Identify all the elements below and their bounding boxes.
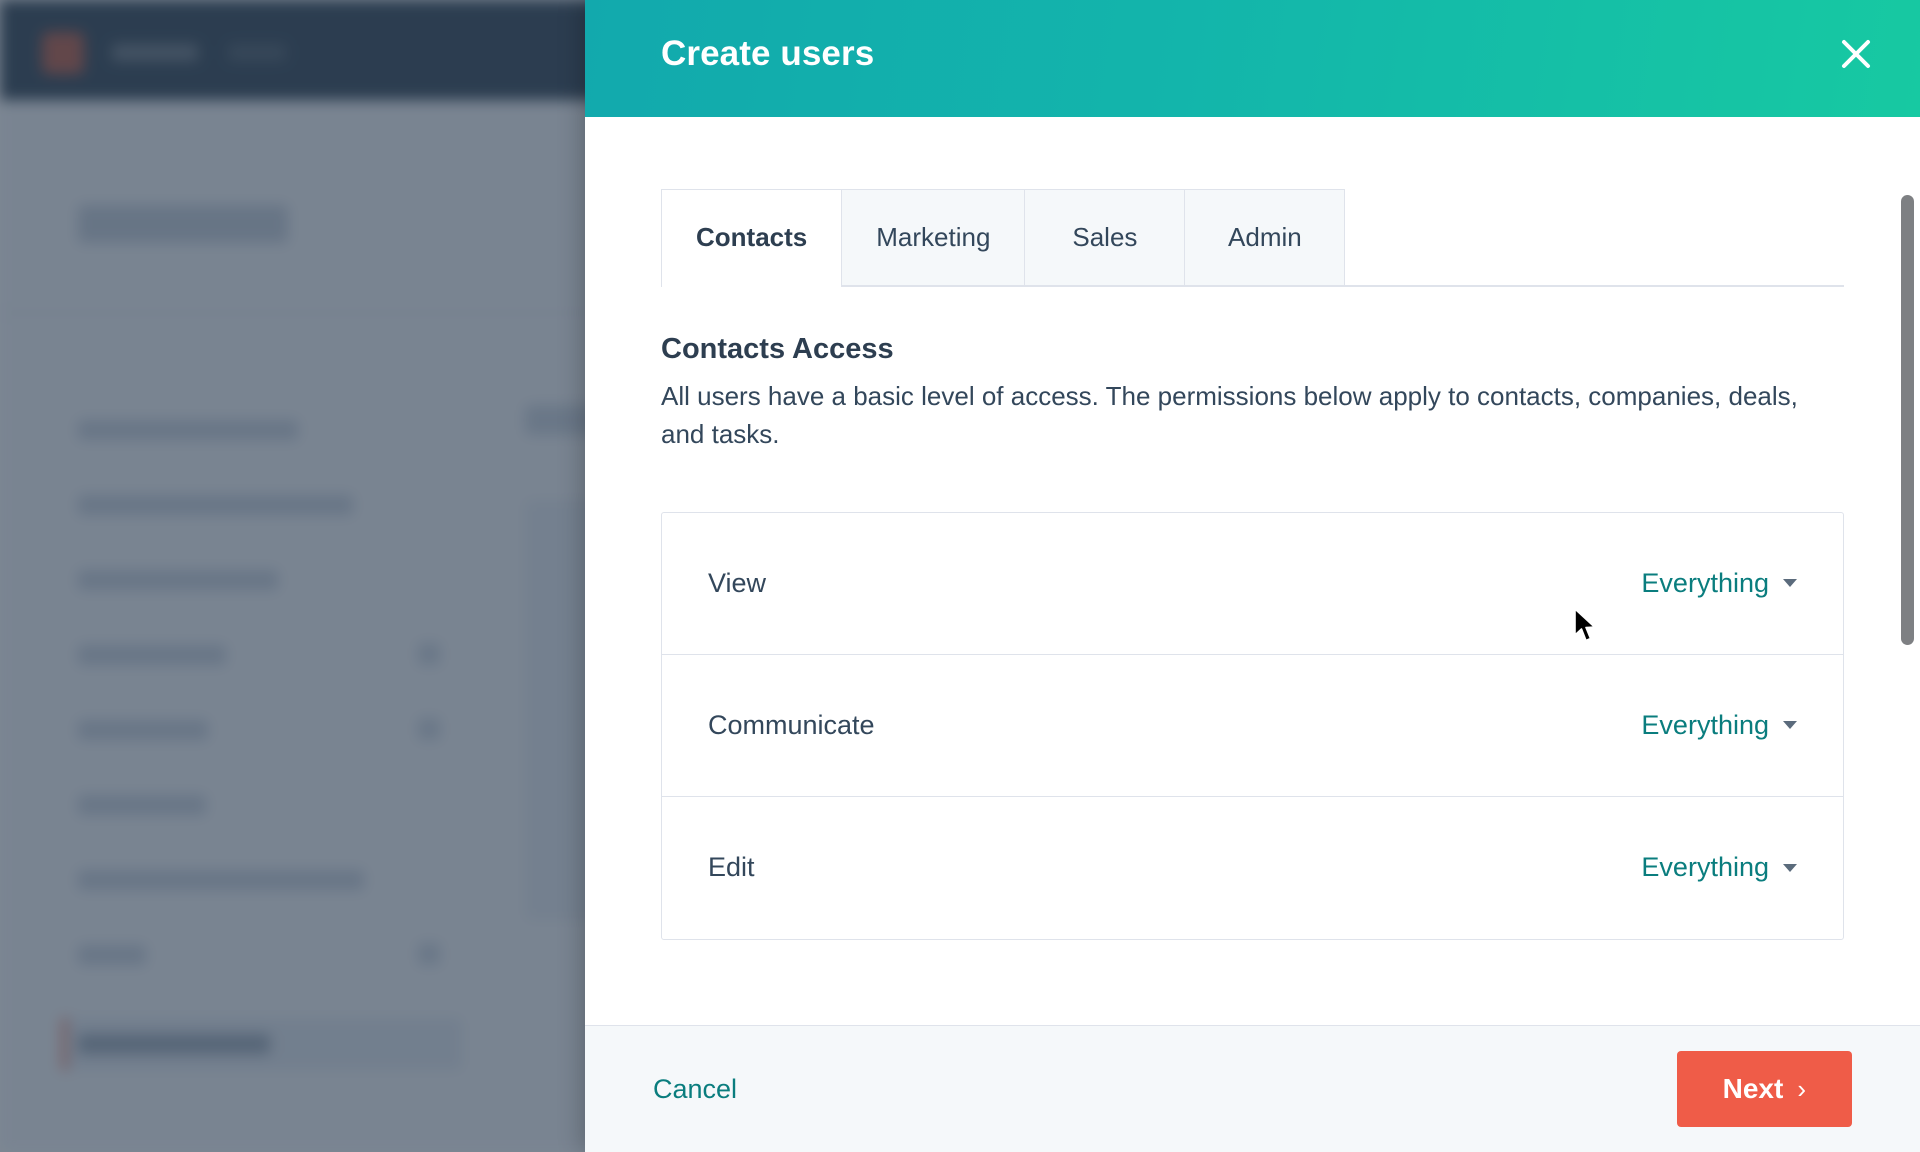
- tab-marketing[interactable]: Marketing: [842, 189, 1026, 285]
- modal-footer: Cancel Next ›: [585, 1025, 1920, 1152]
- modal-scrollbar-thumb[interactable]: [1901, 195, 1914, 645]
- modal-scroll-area[interactable]: No team assigned Actions Contacts Market…: [585, 117, 1920, 1025]
- permission-row-edit: Edit Everything: [662, 797, 1843, 939]
- permission-value-dropdown-communicate[interactable]: Everything: [1641, 710, 1797, 741]
- permissions-table: View Everything Communicate Everything E…: [661, 511, 1844, 940]
- next-button-label: Next: [1722, 1073, 1784, 1104]
- chevron-right-icon: ›: [1797, 1073, 1806, 1104]
- permission-label: View: [708, 567, 767, 598]
- permission-row-communicate: Communicate Everything: [662, 655, 1843, 797]
- permission-value-dropdown-view[interactable]: Everything: [1641, 568, 1797, 599]
- chevron-down-icon: [1783, 579, 1797, 588]
- user-summary-row: No team assigned Actions: [585, 117, 1920, 189]
- tab-admin[interactable]: Admin: [1185, 189, 1346, 285]
- section-description: All users have a basic level of access. …: [661, 381, 1798, 449]
- close-icon[interactable]: [1832, 30, 1880, 78]
- create-users-modal: No team assigned Actions Contacts Market…: [585, 0, 1920, 1152]
- permission-value-label: Everything: [1641, 567, 1769, 598]
- modal-scrollbar[interactable]: [1901, 117, 1915, 1025]
- modal-header: Create users: [585, 0, 1920, 117]
- screen: No team assigned Actions Contacts Market…: [0, 0, 1920, 1152]
- tab-contacts[interactable]: Contacts: [661, 189, 843, 287]
- permission-label: Edit: [708, 852, 755, 883]
- chevron-down-icon: [1783, 721, 1797, 730]
- permission-value-dropdown-edit[interactable]: Everything: [1641, 852, 1797, 883]
- modal-title: Create users: [661, 34, 875, 73]
- chevron-down-icon: [1783, 863, 1797, 872]
- permission-value-label: Everything: [1641, 852, 1769, 883]
- tab-sales[interactable]: Sales: [1025, 189, 1186, 285]
- permission-row-view: View Everything: [662, 513, 1843, 655]
- cancel-button[interactable]: Cancel: [653, 1074, 737, 1105]
- permission-label: Communicate: [708, 709, 875, 740]
- permission-tabs: Contacts Marketing Sales Admin: [661, 189, 1844, 287]
- next-button[interactable]: Next ›: [1676, 1051, 1852, 1127]
- section-title: Contacts Access: [661, 333, 894, 365]
- contacts-access-section: Contacts Access All users have a basic l…: [661, 333, 1844, 454]
- permission-value-label: Everything: [1641, 709, 1769, 740]
